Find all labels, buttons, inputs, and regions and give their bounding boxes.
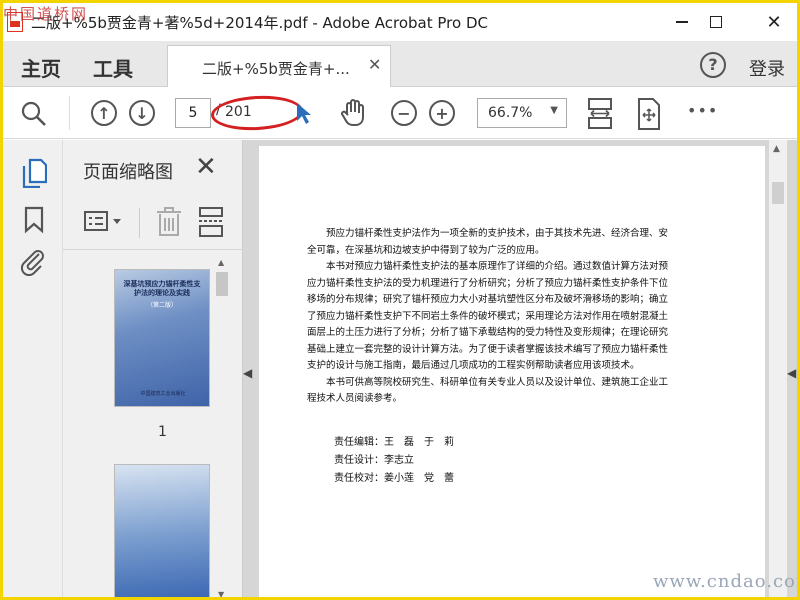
zoom-out-icon[interactable]: −: [391, 100, 417, 126]
zoom-in-icon[interactable]: +: [429, 100, 455, 126]
thumbnail-scroll-handle[interactable]: [216, 272, 228, 296]
credit-line: 责任校对：姜小莲 党 蕾: [334, 473, 454, 484]
pane-title: 页面缩略图: [83, 162, 173, 183]
title-bar: 二版+%5b贾金青+著%5d+2014年.pdf - Adobe Acrobat…: [3, 3, 797, 41]
chevron-down-icon: ▼: [550, 105, 558, 116]
attachment-icon[interactable]: [19, 246, 47, 276]
search-icon[interactable]: [20, 100, 48, 128]
scroll-up-icon[interactable]: ▲: [773, 144, 780, 154]
document-tab-label: 二版+%5b贾金青+...: [202, 60, 350, 78]
credit-line: 责任设计：李志立: [334, 455, 414, 466]
previous-page-icon[interactable]: ↑: [91, 100, 117, 126]
help-icon[interactable]: ?: [700, 52, 726, 78]
full-screen-icon[interactable]: [635, 97, 663, 131]
paragraph: 预应力锚杆柔性支护法作为一项全新的支护技术，由于其技术先进、经济合理、安全可靠，…: [307, 228, 669, 256]
paragraph: 本书对预应力锚杆柔性支护法的基本原理作了详细的介绍。通过数值计算方法对预应力锚杆…: [307, 261, 669, 371]
close-window-button[interactable]: ✕: [751, 3, 797, 41]
minimize-icon: [676, 21, 688, 23]
hand-tool-icon[interactable]: [339, 98, 369, 128]
more-tools-icon[interactable]: •••: [687, 101, 718, 120]
bookmark-icon[interactable]: [23, 206, 45, 234]
watermark-bottom-right: www.cndao.com: [653, 571, 800, 592]
document-scrollbar[interactable]: ▲: [769, 140, 787, 597]
close-tab-icon[interactable]: ✕: [368, 55, 381, 74]
window-title: 二版+%5b贾金青+著%5d+2014年.pdf - Adobe Acrobat…: [31, 14, 488, 32]
thumbnail-cover-publisher: 中国建筑工业出版社: [140, 391, 186, 397]
next-page-icon[interactable]: ↓: [129, 100, 155, 126]
page-thumbnail[interactable]: 深基坑预应力锚杆柔性支护法的理论及实践 （第二版） 中国建筑工业出版社: [115, 270, 209, 406]
watermark-top-left: 中国道桥网: [3, 5, 89, 23]
page-thumbnail[interactable]: [115, 465, 209, 597]
scroll-down-icon[interactable]: ▼: [218, 590, 224, 597]
scroll-up-icon[interactable]: ▲: [218, 258, 224, 267]
thumbnail-scrollbar[interactable]: ▲ ▼: [215, 254, 229, 597]
pdf-page: 预应力锚杆柔性支护法作为一项全新的支护技术，由于其技术先进、经济合理、安全可靠，…: [259, 146, 765, 597]
tab-bar: 主页 工具 二版+%5b贾金青+... ✕ ? 登录: [3, 41, 797, 87]
thumbnail-cover-title: 深基坑预应力锚杆柔性支护法的理论及实践: [123, 280, 201, 297]
thumbnail-page-number: 1: [158, 424, 167, 440]
left-navigation-rail: [3, 140, 63, 597]
close-pane-icon[interactable]: ✕: [195, 152, 217, 182]
login-link[interactable]: 登录: [749, 55, 785, 81]
document-tab[interactable]: 二版+%5b贾金青+... ✕: [167, 45, 391, 87]
collapse-right-pane-icon[interactable]: ◀: [787, 366, 796, 380]
app-window: 二版+%5b贾金青+著%5d+2014年.pdf - Adobe Acrobat…: [0, 0, 800, 600]
thumbnail-cover-subtitle: （第二版）: [146, 302, 177, 309]
page-body-text: 预应力锚杆柔性支护法作为一项全新的支护技术，由于其技术先进、经济合理、安全可靠，…: [307, 226, 677, 408]
select-cursor-icon[interactable]: [293, 101, 315, 127]
insert-page-icon[interactable]: [197, 206, 225, 238]
credits-block: 责任编辑：王 磊 于 莉 责任设计：李志立 责任校对：姜小莲 党 蕾: [334, 434, 454, 488]
thumbnail-options-icon[interactable]: [83, 210, 125, 234]
fit-width-icon[interactable]: [587, 97, 615, 131]
tools-menu[interactable]: 工具: [93, 53, 133, 82]
pane-divider: [139, 208, 140, 238]
trash-icon[interactable]: [155, 206, 183, 238]
pane-toolbar: [63, 194, 243, 250]
home-menu[interactable]: 主页: [21, 53, 61, 82]
zoom-select[interactable]: 66.7% ▼: [477, 98, 567, 128]
page-number-input[interactable]: 5: [175, 98, 211, 128]
thumbnails-pane: 页面缩略图 ✕ 深基坑预应力锚杆柔性支护法的理论及实践 （第二版） 中国建筑工业…: [63, 140, 243, 597]
toolbar-divider: [69, 96, 70, 130]
page-thumbnails-icon[interactable]: [21, 158, 47, 188]
collapse-left-pane-icon[interactable]: ◀: [243, 366, 252, 380]
credit-line: 责任编辑：王 磊 于 莉: [334, 437, 454, 448]
zoom-value: 66.7%: [488, 105, 533, 121]
toolbar: ↑ ↓ 5 / 201 − + 66.7% ▼ •••: [3, 87, 797, 139]
document-viewer: ◀ 预应力锚杆柔性支护法作为一项全新的支护技术，由于其技术先进、经济合理、安全可…: [243, 140, 797, 597]
paragraph: 本书可供高等院校研究生、科研单位有关专业人员以及设计单位、建筑施工企业工程技术人…: [307, 376, 669, 405]
red-annotation-circle: [210, 93, 304, 133]
maximize-button[interactable]: [693, 3, 739, 41]
maximize-icon: [710, 16, 722, 28]
document-scroll-handle[interactable]: [772, 182, 784, 204]
